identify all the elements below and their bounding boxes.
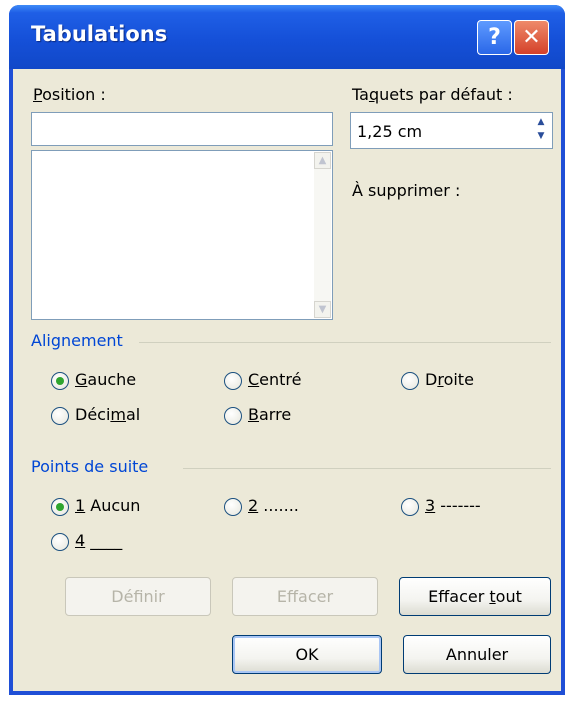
dialog-body: Position : ▲ ▼ Taquets par défaut : 1,25… (13, 69, 561, 691)
position-label: Position : (33, 85, 106, 104)
radio-leader-4[interactable] (51, 533, 69, 551)
alignment-group-title: Alignement (31, 331, 123, 350)
close-icon: ✕ (522, 25, 541, 50)
radio-leader-3[interactable] (401, 498, 419, 516)
radio-align-left[interactable] (51, 372, 69, 390)
leaders-group-title: Points de suite (31, 457, 149, 476)
dialog-title: Tabulations (31, 22, 168, 46)
radio-align-right[interactable] (401, 372, 419, 390)
align-left-label: Gauche (75, 370, 137, 389)
define-button[interactable]: Définir (65, 577, 211, 616)
align-right-label: Droite (425, 370, 474, 389)
tabulations-dialog: Tabulations ? ✕ Position : ▲ ▼ Taquets p… (9, 5, 565, 695)
scroll-up-icon[interactable]: ▲ (314, 152, 331, 169)
ok-button[interactable]: OK (232, 635, 382, 674)
clear-button[interactable]: Effacer (232, 577, 378, 616)
default-stops-input[interactable]: 1,25 cm ▲ ▼ (350, 112, 553, 149)
radio-align-decimal[interactable] (51, 407, 69, 425)
radio-align-center[interactable] (224, 372, 242, 390)
leader-2-label: 2 ....... (248, 496, 299, 515)
default-stops-label: Taquets par défaut : (352, 85, 513, 104)
radio-align-bar[interactable] (224, 407, 242, 425)
scroll-down-icon[interactable]: ▼ (314, 301, 331, 318)
help-icon: ? (488, 25, 501, 50)
position-input[interactable] (31, 112, 333, 146)
align-decimal-label: Décimal (75, 405, 141, 424)
spinner-icon[interactable]: ▲ ▼ (532, 115, 550, 148)
help-button[interactable]: ? (477, 20, 512, 55)
leader-1-label: 1 Aucun (75, 496, 141, 515)
leaders-divider (183, 468, 551, 469)
title-bar[interactable]: Tabulations ? ✕ (9, 5, 565, 69)
tab-stop-list[interactable]: ▲ ▼ (31, 150, 333, 320)
align-bar-label: Barre (248, 405, 292, 424)
leader-3-label: 3 ------- (425, 496, 481, 515)
default-stops-value: 1,25 cm (357, 122, 423, 141)
radio-leader-2[interactable] (224, 498, 242, 516)
close-button[interactable]: ✕ (514, 20, 549, 55)
cancel-button[interactable]: Annuler (403, 635, 551, 674)
alignment-divider (139, 342, 551, 343)
clear-all-button[interactable]: Effacer tout (399, 577, 551, 616)
leader-4-label: 4 ____ (75, 531, 123, 550)
radio-leader-1[interactable] (51, 498, 69, 516)
to-delete-label: À supprimer : (352, 181, 461, 200)
align-center-label: Centré (248, 370, 302, 389)
list-scrollbar[interactable]: ▲ ▼ (314, 152, 331, 318)
